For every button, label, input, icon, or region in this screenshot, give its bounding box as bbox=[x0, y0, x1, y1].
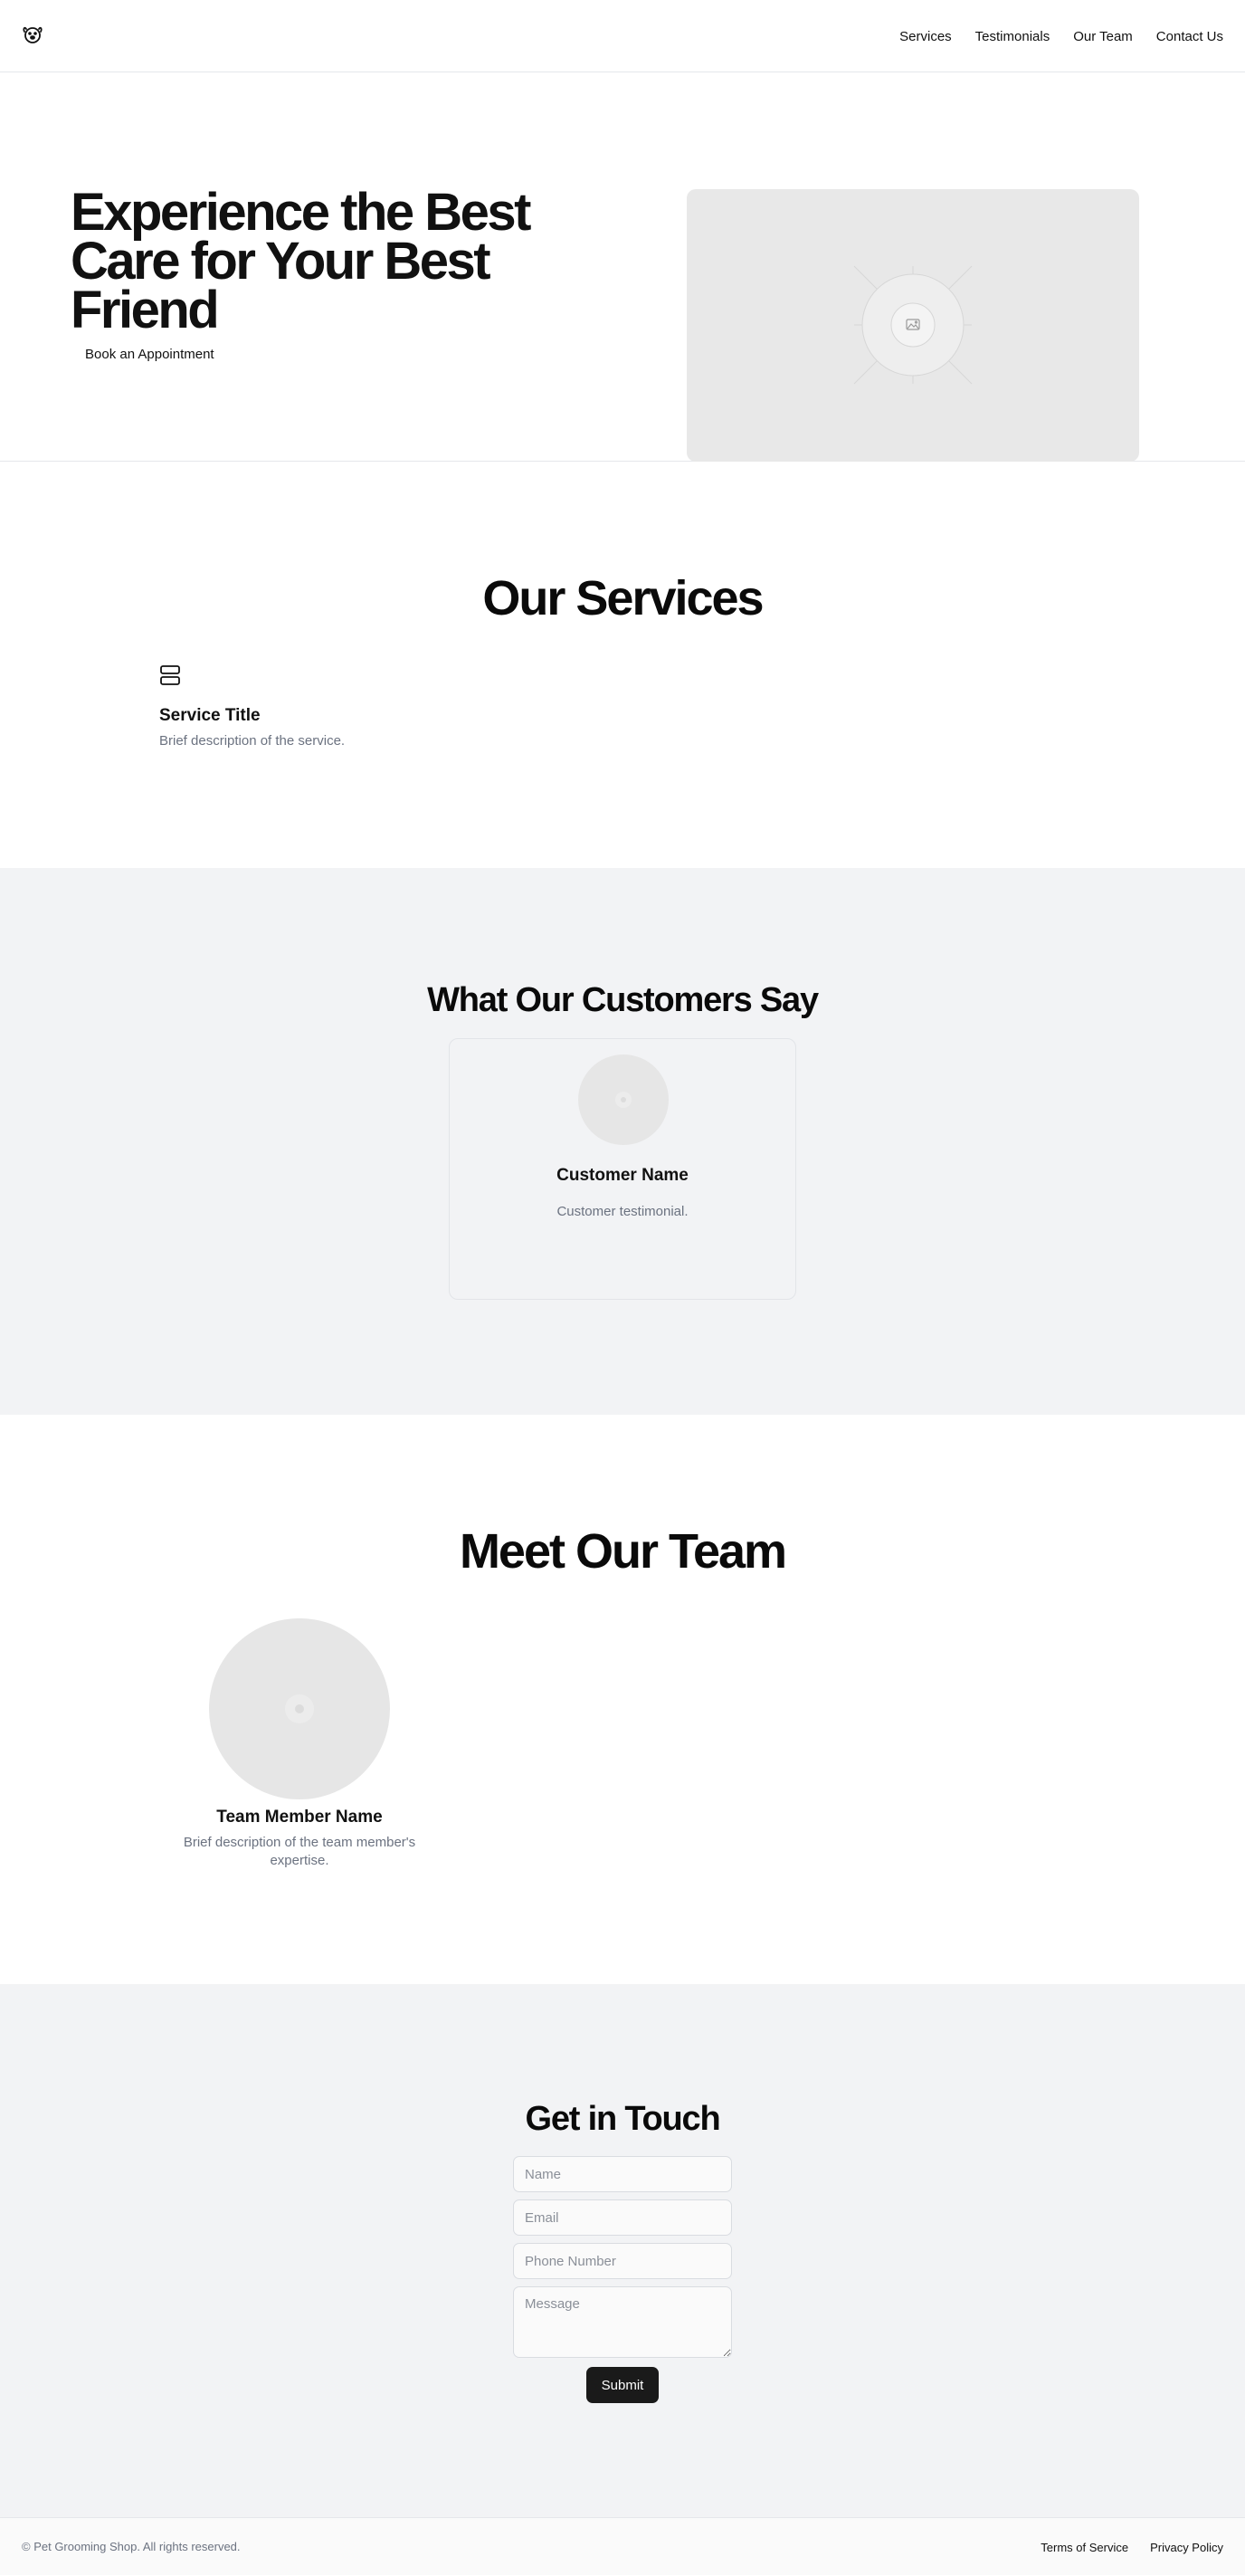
nav-services[interactable]: Services bbox=[899, 29, 952, 44]
team-member-name: Team Member Name bbox=[216, 1808, 383, 1827]
privacy-policy-link[interactable]: Privacy Policy bbox=[1150, 2541, 1223, 2554]
team-title: Meet Our Team bbox=[459, 1524, 787, 1579]
avatar-placeholder-icon bbox=[615, 1092, 632, 1108]
hero-title: Experience the Best Care for Your Best F… bbox=[71, 183, 531, 339]
footer-links: Terms of Service Privacy Policy bbox=[1041, 2518, 1223, 2576]
nav-contact-us[interactable]: Contact Us bbox=[1156, 29, 1223, 44]
testimonial-card: Customer Name Customer testimonial. bbox=[449, 1038, 796, 1300]
contact-title: Get in Touch bbox=[525, 2100, 721, 2138]
nav-our-team[interactable]: Our Team bbox=[1073, 29, 1133, 44]
terms-of-service-link[interactable]: Terms of Service bbox=[1041, 2541, 1128, 2554]
phone-input[interactable] bbox=[513, 2243, 732, 2279]
team-member-avatar bbox=[209, 1618, 390, 1799]
service-title: Service Title bbox=[159, 706, 261, 725]
hero-image-placeholder bbox=[687, 189, 1139, 462]
submit-button[interactable]: Submit bbox=[586, 2367, 659, 2403]
book-appointment-button[interactable]: Book an Appointment bbox=[72, 341, 227, 367]
paw-dog-icon[interactable] bbox=[22, 24, 43, 45]
team-section: Meet Our Team Team Member Name Brief des… bbox=[0, 1415, 1245, 1984]
server-icon bbox=[159, 664, 181, 686]
copyright-text: © Pet Grooming Shop. All rights reserved… bbox=[22, 2540, 241, 2553]
hero-section: Experience the Best Care for Your Best F… bbox=[0, 72, 1245, 462]
message-textarea[interactable] bbox=[513, 2286, 732, 2358]
team-member-description: Brief description of the team member's e… bbox=[183, 1835, 416, 1868]
image-placeholder-icon bbox=[853, 265, 973, 385]
customer-testimonial: Customer testimonial. bbox=[556, 1204, 689, 1219]
nav-testimonials[interactable]: Testimonials bbox=[975, 29, 1050, 44]
main-nav: Services Testimonials Our Team Contact U… bbox=[899, 0, 1223, 72]
customer-name: Customer Name bbox=[556, 1166, 689, 1185]
avatar-placeholder-icon bbox=[285, 1694, 314, 1723]
testimonials-section: What Our Customers Say Customer Name Cus… bbox=[0, 868, 1245, 1415]
contact-section: Get in Touch Submit bbox=[0, 1984, 1245, 2517]
site-footer: © Pet Grooming Shop. All rights reserved… bbox=[0, 2517, 1245, 2575]
customer-avatar bbox=[578, 1054, 669, 1145]
name-input[interactable] bbox=[513, 2156, 732, 2192]
service-description: Brief description of the service. bbox=[159, 733, 346, 749]
testimonials-title: What Our Customers Say bbox=[427, 981, 819, 1019]
services-title: Our Services bbox=[482, 571, 764, 625]
email-input[interactable] bbox=[513, 2199, 732, 2236]
services-section: Our Services Service Title Brief descrip… bbox=[0, 462, 1245, 868]
site-header: Services Testimonials Our Team Contact U… bbox=[0, 0, 1245, 72]
